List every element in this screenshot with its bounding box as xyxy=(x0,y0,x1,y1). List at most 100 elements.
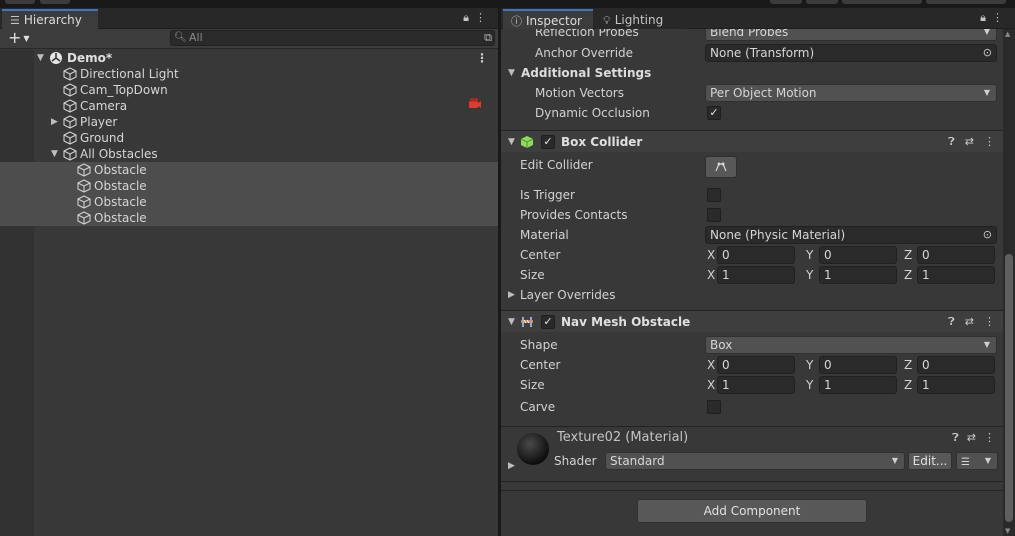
dynamic-occlusion-row: Dynamic Occlusion ✓ xyxy=(501,103,1003,123)
scroll-down-arrow-icon[interactable]: ▼ xyxy=(1005,527,1010,535)
shader-dropdown[interactable]: Standard ▼ xyxy=(605,452,905,470)
center-y-field[interactable]: 0 xyxy=(819,246,897,264)
list-item[interactable]: Obstacle xyxy=(0,162,498,178)
size-y-field[interactable]: 1 xyxy=(819,266,897,284)
edit-shader-label: Edit... xyxy=(912,454,948,468)
shader-options-dropdown[interactable]: ☰ ▼ xyxy=(956,452,998,470)
list-item[interactable]: Obstacle xyxy=(0,194,498,210)
layer-overrides-foldout[interactable]: ▶ Layer Overrides xyxy=(501,285,1003,305)
kebab-menu-icon[interactable]: ⋮ xyxy=(984,431,995,444)
list-item[interactable]: Camera xyxy=(0,98,498,114)
nav-mesh-obstacle-header[interactable]: ▼ ✓ Nav Mesh Obstacle ❓︎ ⇄ ⋮ xyxy=(501,310,1003,332)
object-picker-icon[interactable]: ⊙ xyxy=(983,45,992,61)
center-z-field[interactable]: 0 xyxy=(917,246,995,264)
preset-sliders-icon[interactable]: ⇄ xyxy=(965,315,974,328)
help-icon[interactable]: ❓︎ xyxy=(948,315,955,328)
scene-visibility-icon[interactable]: ⧉ xyxy=(484,31,492,45)
inspector-tab-tools: 🔒︎⋮ xyxy=(980,11,1009,25)
list-item[interactable]: Ground xyxy=(0,130,498,146)
scrollbar-thumb[interactable] xyxy=(1005,254,1013,522)
scene-row[interactable]: ▼ Demo* ⋮ xyxy=(0,50,498,66)
scene-kebab-menu-icon[interactable]: ⋮ xyxy=(476,50,488,66)
chevron-down-icon[interactable]: ▼ xyxy=(508,311,515,333)
chevron-right-icon[interactable]: ▶ xyxy=(51,114,61,130)
create-dropdown-button[interactable]: + ▼ xyxy=(8,29,30,48)
anchor-override-field[interactable]: None (Transform) ⊙ xyxy=(705,44,997,62)
center-z-field[interactable]: 0 xyxy=(917,356,995,374)
tab-lighting[interactable]: 💡︎ Lighting xyxy=(595,9,687,29)
provides-contacts-checkbox[interactable] xyxy=(707,208,721,222)
toolbar-button-fragment[interactable] xyxy=(5,0,35,4)
gameobject-cube-icon xyxy=(63,67,77,81)
motion-vectors-dropdown[interactable]: Per Object Motion ▼ xyxy=(705,84,997,102)
material-preview-sphere xyxy=(517,433,549,465)
size-z-field[interactable]: 1 xyxy=(917,266,995,284)
center-x-field[interactable]: 0 xyxy=(717,246,795,264)
tab-hierarchy[interactable]: ☰ Hierarchy xyxy=(2,9,98,29)
help-icon[interactable]: ❓︎ xyxy=(952,431,959,444)
carve-checkbox[interactable] xyxy=(707,400,721,414)
edit-shader-button[interactable]: Edit... xyxy=(908,452,952,470)
nav-mesh-obstacle-title: Nav Mesh Obstacle xyxy=(561,315,691,329)
chevron-down-icon: ▼ xyxy=(891,456,898,465)
edit-collider-button[interactable] xyxy=(705,156,737,178)
size-y-field[interactable]: 1 xyxy=(819,376,897,394)
is-trigger-checkbox[interactable] xyxy=(707,188,721,202)
add-component-label: Add Component xyxy=(703,504,801,518)
list-item[interactable]: ▼ All Obstacles xyxy=(0,146,498,162)
toolbar-button-fragment[interactable] xyxy=(770,0,802,4)
scroll-up-arrow-icon[interactable]: ▲ xyxy=(1005,30,1010,38)
chevron-down-icon[interactable]: ▼ xyxy=(51,146,61,162)
hierarchy-tab-tools: 🔒︎⋮ xyxy=(463,11,492,25)
dynamic-occlusion-checkbox[interactable]: ✓ xyxy=(707,106,721,120)
object-picker-icon[interactable]: ⊙ xyxy=(983,227,992,243)
kebab-menu-icon[interactable]: ⋮ xyxy=(984,135,995,148)
list-item[interactable]: Cam_TopDown xyxy=(0,82,498,98)
list-item[interactable]: Obstacle xyxy=(0,210,498,226)
gameobject-cube-icon xyxy=(63,99,77,113)
help-icon[interactable]: ❓︎ xyxy=(948,135,955,148)
list-item[interactable]: Directional Light xyxy=(0,66,498,82)
kebab-menu-icon[interactable]: ⋮ xyxy=(984,315,995,328)
nav-mesh-obstacle-enabled-checkbox[interactable]: ✓ xyxy=(541,315,555,329)
physic-material-field[interactable]: None (Physic Material) ⊙ xyxy=(705,226,997,244)
preset-sliders-icon[interactable]: ⇄ xyxy=(965,135,974,148)
chevron-down-icon[interactable]: ▼ xyxy=(37,50,47,66)
reflection-probes-label: Reflection Probes xyxy=(535,29,639,39)
kebab-menu-icon[interactable]: ⋮ xyxy=(475,11,492,24)
center-y-field[interactable]: 0 xyxy=(819,356,897,374)
chevron-down-icon[interactable]: ▼ xyxy=(508,131,515,153)
add-component-button[interactable]: Add Component xyxy=(637,499,867,523)
box-collider-enabled-checkbox[interactable]: ✓ xyxy=(541,135,555,149)
toolbar-button-fragment[interactable] xyxy=(806,0,838,4)
lock-icon[interactable]: 🔒︎ xyxy=(463,11,475,24)
chevron-down-icon: ▼ xyxy=(983,340,990,349)
info-icon: ⓘ xyxy=(511,15,522,28)
hierarchy-tree: ▼ Demo* ⋮ Directional Light Cam_TopDown … xyxy=(0,50,498,536)
size-x-field[interactable]: 1 xyxy=(717,266,795,284)
shape-label: Shape xyxy=(520,338,558,352)
kebab-menu-icon[interactable]: ⋮ xyxy=(992,11,1009,24)
axis-label: Y xyxy=(806,248,814,262)
toolbar-button-fragment[interactable] xyxy=(926,0,1006,4)
toolbar-button-fragment[interactable] xyxy=(40,0,70,4)
size-x-field[interactable]: 1 xyxy=(717,376,795,394)
box-collider-header[interactable]: ▼ ✓ Box Collider ❓︎ ⇄ ⋮ xyxy=(501,130,1003,152)
shape-dropdown[interactable]: Box ▼ xyxy=(705,336,997,354)
toolbar-button-fragment[interactable] xyxy=(842,0,922,4)
tab-inspector[interactable]: ⓘ Inspector xyxy=(503,9,593,29)
additional-settings-foldout[interactable]: ▼ Additional Settings xyxy=(501,63,1003,83)
lock-icon[interactable]: 🔒︎ xyxy=(980,11,992,24)
search-input[interactable]: 🔍︎ All ⧉ xyxy=(170,30,495,46)
size-label: Size xyxy=(520,378,545,392)
preset-sliders-icon[interactable]: ⇄ xyxy=(967,431,976,444)
chevron-right-icon[interactable]: ▶ xyxy=(508,461,515,471)
layer-overrides-label: Layer Overrides xyxy=(520,288,616,302)
inspector-scrollbar[interactable]: ▲ ▼ xyxy=(1003,29,1015,536)
gameobject-cube-icon xyxy=(77,163,91,177)
center-x-field[interactable]: 0 xyxy=(717,356,795,374)
reflection-probes-dropdown[interactable]: Blend Probes ▼ xyxy=(705,29,997,41)
list-item[interactable]: Obstacle xyxy=(0,178,498,194)
list-item[interactable]: ▶ Player xyxy=(0,114,498,130)
size-z-field[interactable]: 1 xyxy=(917,376,995,394)
